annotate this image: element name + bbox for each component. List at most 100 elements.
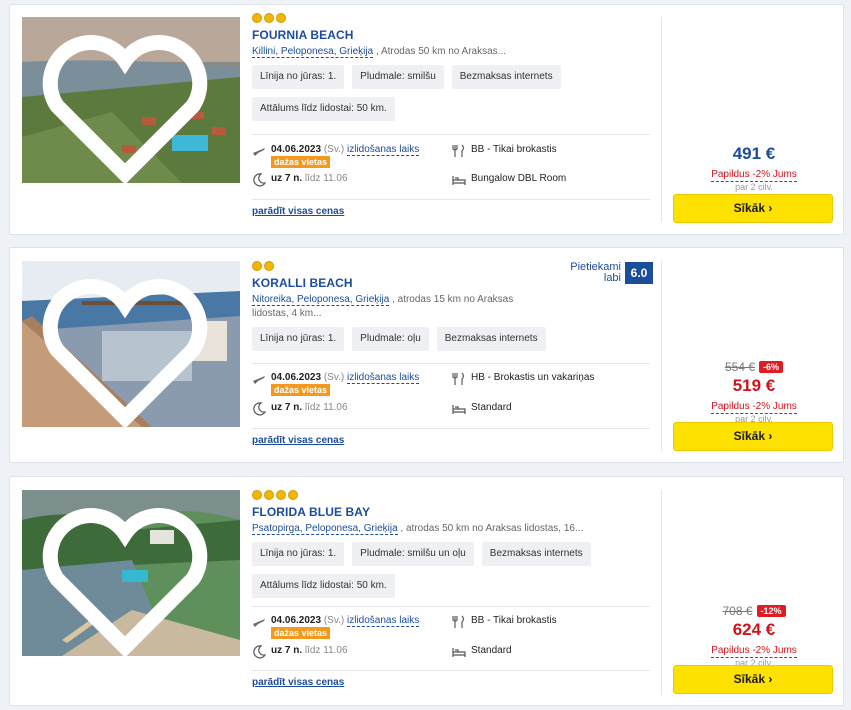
few-places-badge: dažas vietas xyxy=(271,627,331,639)
hotel-info: FLORIDA BLUE BAY Psatopirga, Peloponesa,… xyxy=(252,490,650,598)
hotel-location: Psatopirga, Peloponesa, Grieķija , atrod… xyxy=(252,522,650,536)
feature-tag: Līnija no jūras: 1. xyxy=(252,542,345,566)
show-all-prices-link[interactable]: parādīt visas cenas xyxy=(252,435,344,446)
board-type: BB - Tikai brokastis xyxy=(471,615,557,626)
hotel-photo[interactable] xyxy=(22,490,240,656)
cutlery-icon xyxy=(452,372,465,385)
rating-score: 6.0 xyxy=(625,262,653,284)
nights-row: uz 7 n. līdz 11.06 xyxy=(252,402,348,416)
divider xyxy=(252,606,650,607)
divider xyxy=(252,134,650,135)
feature-tags: Līnija no jūras: 1. Pludmale: smilšu un … xyxy=(252,542,650,598)
price-divider xyxy=(661,261,662,451)
hotel-photo[interactable] xyxy=(22,261,240,427)
details-button[interactable]: Sīkāk › xyxy=(673,422,833,451)
room-type: Standard xyxy=(471,645,512,656)
hotel-location: Nitoreika, Peloponesa, Grieķija , atroda… xyxy=(252,293,522,321)
feature-tag: Līnija no jūras: 1. xyxy=(252,65,345,89)
board-row: BB - Tikai brokastis xyxy=(452,144,557,158)
return-date: līdz 11.06 xyxy=(304,402,348,413)
departure-date: 04.06.2023 xyxy=(271,144,322,155)
details-button[interactable]: Sīkāk › xyxy=(673,194,833,223)
divider xyxy=(252,199,650,200)
price-block: 554 € -6% 519 € Papildus -2% Jums par 2 c… xyxy=(673,358,835,424)
location-description: , atrodas 50 km no Araksas lidostas, 16.… xyxy=(397,523,584,534)
few-places-badge: dažas vietas xyxy=(271,384,331,396)
price-amount: 491 € xyxy=(732,144,776,163)
feature-tag: Pludmale: oļu xyxy=(352,327,429,351)
feature-tag: Bezmaksas internets xyxy=(436,327,546,351)
location-link[interactable]: Nitoreika, Peloponesa, Grieķija xyxy=(252,294,390,306)
nights-count: uz 7 n. xyxy=(271,645,303,656)
cutlery-icon xyxy=(452,144,465,157)
hotel-card: FOURNIA BEACH Killini, Peloponesa, Grieķ… xyxy=(9,4,844,235)
star-rating xyxy=(252,490,650,501)
departure-row: 04.06.2023 (Sv.) izlidošanas laiks dažas … xyxy=(252,144,420,168)
feature-tags: Līnija no jūras: 1. Pludmale: oļu Bezmak… xyxy=(252,327,650,351)
hotel-name[interactable]: FOURNIA BEACH xyxy=(252,28,650,42)
hotel-card: KORALLI BEACH Nitoreika, Peloponesa, Gri… xyxy=(9,247,844,463)
board-row: HB - Brokastis un vakariņas xyxy=(452,372,594,386)
price-amount: 519 € xyxy=(732,376,776,395)
nights-count: uz 7 n. xyxy=(271,173,303,184)
feature-tag: Pludmale: smilšu xyxy=(352,65,444,89)
departure-day: (Sv.) xyxy=(323,144,345,155)
plane-icon xyxy=(253,376,265,384)
room-row: Bungalow DBL Room xyxy=(452,173,566,187)
moon-icon xyxy=(253,402,266,416)
old-price: 554 € xyxy=(724,359,755,374)
rating-label: Pietiekami labi xyxy=(570,261,621,284)
departure-date: 04.06.2023 xyxy=(271,372,322,383)
plane-icon xyxy=(253,148,265,156)
star-rating xyxy=(252,13,650,24)
old-price: 708 € xyxy=(722,603,753,618)
location-link[interactable]: Killini, Peloponesa, Grieķija xyxy=(252,46,374,58)
moon-icon xyxy=(253,645,266,659)
divider xyxy=(252,670,650,671)
hotel-location: Killini, Peloponesa, Grieķija , Atrodas … xyxy=(252,45,650,59)
board-type: HB - Brokastis un vakariņas xyxy=(471,372,595,383)
return-date: līdz 11.06 xyxy=(304,645,348,656)
feature-tag: Bezmaksas internets xyxy=(481,542,591,566)
plane-icon xyxy=(253,619,265,627)
heart-icon[interactable] xyxy=(22,267,234,427)
feature-tag: Bezmaksas internets xyxy=(451,65,561,89)
show-all-prices-link[interactable]: parādīt visas cenas xyxy=(252,677,344,688)
departure-day: (Sv.) xyxy=(323,372,345,383)
extra-discount-note: Papildus -2% Jums xyxy=(711,169,797,182)
hotel-name[interactable]: FLORIDA BLUE BAY xyxy=(252,505,650,519)
board-type: BB - Tikai brokastis xyxy=(471,144,557,155)
price-block: 491 € Papildus -2% Jums par 2 cilv. xyxy=(673,144,835,192)
hotel-photo[interactable] xyxy=(22,17,240,183)
departure-time-link[interactable]: izlidošanas laiks xyxy=(347,615,420,627)
nights-row: uz 7 n. līdz 11.06 xyxy=(252,645,348,659)
feature-tags: Līnija no jūras: 1. Pludmale: smilšu Bez… xyxy=(252,65,650,121)
nights-count: uz 7 n. xyxy=(271,402,303,413)
room-type: Standard xyxy=(471,402,512,413)
location-description: , Atrodas 50 km no Araksas... xyxy=(373,46,507,57)
heart-icon[interactable] xyxy=(22,23,234,183)
room-type: Bungalow DBL Room xyxy=(471,173,567,184)
extra-discount-note: Papildus -2% Jums xyxy=(711,645,797,658)
moon-icon xyxy=(253,173,266,187)
heart-icon[interactable] xyxy=(22,496,234,656)
departure-time-link[interactable]: izlidošanas laiks xyxy=(347,372,420,384)
price-divider xyxy=(661,17,662,222)
price-divider xyxy=(661,490,662,695)
bed-icon xyxy=(452,176,466,185)
departure-time-link[interactable]: izlidošanas laiks xyxy=(347,144,420,156)
feature-tag: Pludmale: smilšu un oļu xyxy=(352,542,474,566)
guest-rating: Pietiekami labi 6.0 xyxy=(567,262,653,284)
extra-discount-note: Papildus -2% Jums xyxy=(711,401,797,414)
hotel-info: FOURNIA BEACH Killini, Peloponesa, Grieķ… xyxy=(252,13,650,121)
room-row: Standard xyxy=(452,645,512,659)
feature-tag: Līnija no jūras: 1. xyxy=(252,327,345,351)
price-per-persons: par 2 cilv. xyxy=(735,182,773,192)
location-link[interactable]: Psatopirga, Peloponesa, Grieķija xyxy=(252,523,398,535)
bed-icon xyxy=(452,648,466,657)
cutlery-icon xyxy=(452,615,465,628)
details-button[interactable]: Sīkāk › xyxy=(673,665,833,694)
return-date: līdz 11.06 xyxy=(304,173,348,184)
show-all-prices-link[interactable]: parādīt visas cenas xyxy=(252,206,344,217)
feature-tag: Attālums līdz lidostai: 50 km. xyxy=(252,574,395,598)
